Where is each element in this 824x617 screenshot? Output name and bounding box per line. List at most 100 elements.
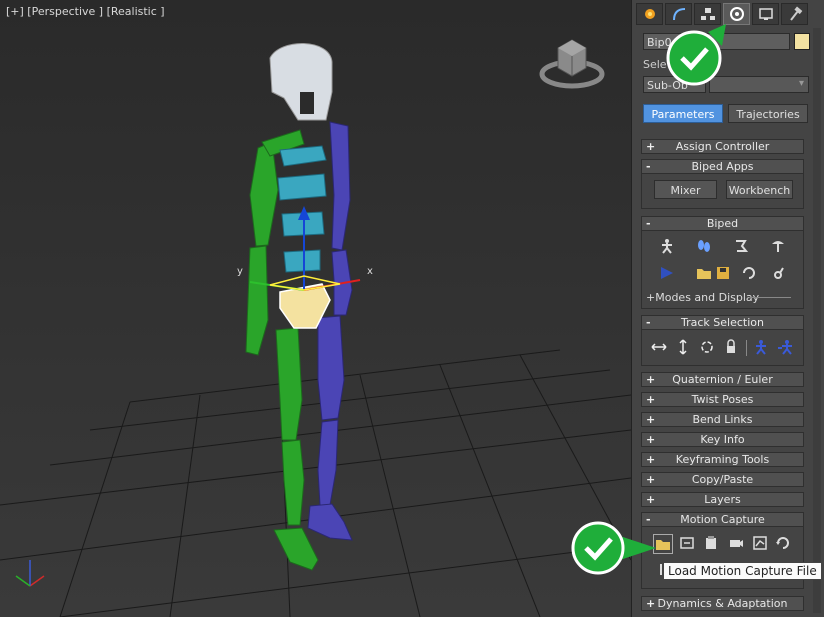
rollout-title: Track Selection bbox=[681, 316, 764, 329]
expand-icon: + bbox=[646, 373, 656, 386]
mixer-button[interactable]: Mixer bbox=[654, 180, 717, 199]
expand-icon: + bbox=[646, 433, 656, 446]
convert-from-buffer-button[interactable] bbox=[678, 534, 696, 552]
tab-motion[interactable] bbox=[723, 3, 750, 25]
move-all-mode-button[interactable] bbox=[769, 264, 787, 282]
check-badge-icon bbox=[571, 521, 656, 575]
panel-scrollbar[interactable] bbox=[813, 28, 821, 613]
footsteps-icon bbox=[698, 240, 710, 252]
rollout-title: Assign Controller bbox=[675, 140, 770, 153]
rollout-twist-poses[interactable]: + Twist Poses bbox=[641, 392, 804, 407]
ground-grid bbox=[0, 349, 631, 617]
show-buffer-trajectory-button[interactable] bbox=[751, 534, 769, 552]
load-file-button[interactable] bbox=[695, 264, 713, 282]
rollout-biped[interactable]: - Biped bbox=[641, 216, 804, 231]
workbench-button[interactable]: Workbench bbox=[726, 180, 793, 199]
rollout-biped-apps[interactable]: - Biped Apps bbox=[641, 159, 804, 174]
parameters-button[interactable]: Parameters bbox=[643, 104, 723, 123]
gizmo-x-label: x bbox=[367, 266, 373, 277]
figure-icon bbox=[662, 239, 672, 254]
rollout-key-info[interactable]: + Key Info bbox=[641, 432, 804, 447]
rotate-icon bbox=[701, 341, 713, 353]
body-horizontal-button[interactable] bbox=[650, 338, 668, 356]
gizmo-y-label: y bbox=[237, 266, 243, 277]
hammer-icon bbox=[789, 6, 802, 21]
rollout-title: Layers bbox=[704, 493, 741, 506]
footstep-mode-button[interactable] bbox=[695, 237, 713, 255]
play-icon bbox=[661, 267, 673, 279]
divider bbox=[746, 340, 747, 356]
mixer-mode-icon bbox=[772, 241, 784, 252]
opposite-button[interactable] bbox=[776, 338, 794, 356]
rollout-title: Key Info bbox=[700, 433, 745, 446]
batch-file-conversion-button[interactable] bbox=[774, 534, 792, 552]
rollout-track-selection[interactable]: - Track Selection bbox=[641, 315, 804, 330]
rollout-layers[interactable]: + Layers bbox=[641, 492, 804, 507]
save-icon bbox=[717, 267, 729, 279]
rollout-title: Bend Links bbox=[692, 413, 753, 426]
modify-icon bbox=[672, 8, 685, 21]
motion-flow-mode-button[interactable] bbox=[732, 237, 750, 255]
symmetrical-icon bbox=[756, 340, 766, 355]
tooltip: Load Motion Capture File bbox=[663, 562, 822, 580]
biped-spine bbox=[277, 145, 327, 273]
collapse-icon: - bbox=[646, 160, 651, 173]
perspective-viewport[interactable]: [+] [Perspective ] [Realistic ] x y bbox=[0, 0, 631, 617]
show-buffer-button[interactable] bbox=[727, 534, 745, 552]
command-panel-tabs bbox=[636, 3, 810, 25]
rollout-copy-paste[interactable]: + Copy/Paste bbox=[641, 472, 804, 487]
save-file-button[interactable] bbox=[714, 264, 732, 282]
body-rotation-button[interactable] bbox=[698, 338, 716, 356]
expand-icon: + bbox=[646, 140, 656, 153]
tab-hierarchy[interactable] bbox=[694, 3, 721, 25]
tab-display[interactable] bbox=[752, 3, 779, 25]
hierarchy-icon bbox=[700, 8, 715, 20]
rollout-title: Biped Apps bbox=[691, 160, 754, 173]
rollout-title: Twist Poses bbox=[691, 393, 754, 406]
rollout-motion-capture[interactable]: - Motion Capture bbox=[641, 512, 804, 527]
tab-create[interactable] bbox=[636, 3, 663, 25]
rollout-title: Motion Capture bbox=[680, 513, 765, 526]
tab-utilities[interactable] bbox=[781, 3, 808, 25]
tab-modify[interactable] bbox=[665, 3, 692, 25]
axis-tripod bbox=[15, 560, 45, 587]
opposite-icon bbox=[778, 340, 792, 355]
trajectory-icon bbox=[753, 536, 767, 550]
expand-icon: + bbox=[646, 493, 656, 506]
camera-icon bbox=[730, 540, 743, 547]
symmetrical-button[interactable] bbox=[752, 338, 770, 356]
viewcube bbox=[539, 39, 605, 89]
rollout-assign-controller[interactable]: + Assign Controller bbox=[641, 139, 804, 154]
vertical-arrows-icon bbox=[679, 339, 687, 355]
body-vertical-button[interactable] bbox=[674, 338, 692, 356]
divider bbox=[749, 297, 791, 298]
mixer-mode-button[interactable] bbox=[769, 237, 787, 255]
figure-mode-button[interactable] bbox=[658, 237, 676, 255]
viewport-scene bbox=[0, 39, 631, 617]
modes-and-display-toggle[interactable]: +Modes and Display bbox=[646, 291, 759, 304]
lock-icon bbox=[727, 339, 735, 353]
create-icon bbox=[644, 9, 655, 19]
expand-icon: + bbox=[646, 413, 656, 426]
convert-button[interactable] bbox=[740, 264, 758, 282]
viewport-label[interactable]: [+] [Perspective ] [Realistic ] bbox=[6, 5, 165, 18]
display-icon bbox=[758, 8, 773, 20]
paste-buffer-icon bbox=[706, 536, 716, 549]
rollout-bend-links[interactable]: + Bend Links bbox=[641, 412, 804, 427]
expand-icon: + bbox=[646, 473, 656, 486]
motion-flow-icon bbox=[736, 240, 749, 252]
trajectories-button[interactable]: Trajectories bbox=[728, 104, 808, 123]
rollout-keyframing-tools[interactable]: + Keyframing Tools bbox=[641, 452, 804, 467]
paste-from-buffer-button[interactable] bbox=[702, 534, 720, 552]
object-color-swatch[interactable] bbox=[794, 33, 810, 50]
check-badge-icon bbox=[666, 24, 726, 86]
rollout-title: Keyframing Tools bbox=[675, 453, 770, 466]
collapse-icon: - bbox=[646, 217, 651, 230]
rollout-dynamics-adaptation[interactable]: + Dynamics & Adaptation bbox=[641, 596, 804, 611]
open-folder-icon bbox=[697, 269, 711, 279]
lock-cog-button[interactable] bbox=[722, 338, 740, 356]
playback-button[interactable] bbox=[658, 264, 676, 282]
biped-head bbox=[269, 43, 333, 121]
rollout-title: Copy/Paste bbox=[691, 473, 754, 486]
rollout-quaternion-euler[interactable]: + Quaternion / Euler bbox=[641, 372, 804, 387]
